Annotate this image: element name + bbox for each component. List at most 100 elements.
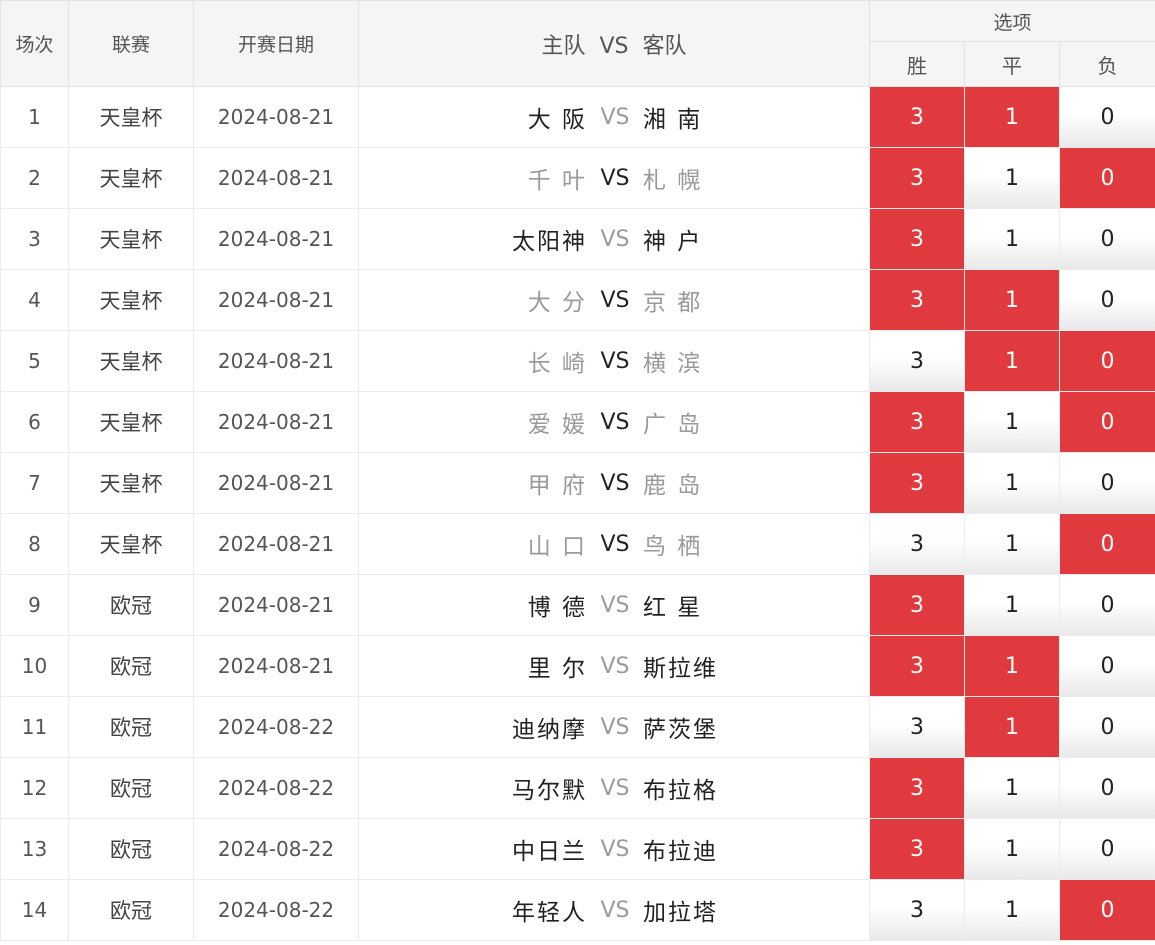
draw-cell[interactable]: 1: [964, 574, 1060, 636]
win-cell[interactable]: 3: [869, 818, 965, 880]
win-option[interactable]: 3: [870, 575, 964, 635]
lose-option[interactable]: 0: [1060, 87, 1155, 147]
win-cell[interactable]: 3: [869, 513, 965, 575]
win-option[interactable]: 3: [870, 880, 964, 940]
lose-cell[interactable]: 0: [1058, 330, 1155, 392]
lose-cell[interactable]: 0: [1058, 696, 1155, 758]
lose-cell[interactable]: 0: [1058, 818, 1155, 880]
draw-cell[interactable]: 1: [964, 330, 1060, 392]
draw-option[interactable]: 1: [965, 148, 1059, 208]
draw-option[interactable]: 1: [965, 636, 1059, 696]
lose-cell[interactable]: 0: [1058, 86, 1155, 148]
win-cell[interactable]: 3: [869, 696, 965, 758]
draw-option[interactable]: 1: [965, 819, 1059, 879]
win-option[interactable]: 3: [870, 148, 964, 208]
match-no: 5: [0, 330, 69, 392]
win-cell[interactable]: 3: [869, 879, 965, 941]
table-row: 12 欧冠 2024-08-22 马尔默 VS 布拉格 3 1 0: [0, 757, 1155, 819]
lose-option[interactable]: 0: [1060, 148, 1155, 208]
win-option[interactable]: 3: [870, 819, 964, 879]
match-date: 2024-08-21: [193, 208, 359, 270]
win-option[interactable]: 3: [870, 392, 964, 452]
table-row: 4 天皇杯 2024-08-21 大 分 VS 京 都 310: [0, 269, 1155, 331]
table-row: 13 欧冠 2024-08-22 中日兰 VS 布拉迪 3 1 0: [0, 818, 1155, 880]
header-options: 选项: [868, 0, 1155, 42]
lose-cell[interactable]: 0: [1058, 513, 1155, 575]
win-option[interactable]: 3: [870, 697, 964, 757]
draw-option[interactable]: 1: [965, 87, 1059, 147]
draw-cell[interactable]: 1: [964, 635, 1060, 697]
win-option[interactable]: 3: [870, 209, 964, 269]
lose-option[interactable]: 0: [1060, 575, 1155, 635]
lose-option[interactable]: 0: [1060, 331, 1155, 391]
draw-option[interactable]: 1: [965, 209, 1059, 269]
win-cell[interactable]: 3: [869, 635, 965, 697]
match-date: 2024-08-22: [193, 818, 359, 880]
lose-option[interactable]: 0: [1060, 209, 1155, 269]
lose-cell[interactable]: 0: [1058, 879, 1155, 941]
draw-cell[interactable]: 1: [964, 391, 1060, 453]
lose-option[interactable]: 0: [1060, 514, 1155, 574]
win-cell[interactable]: 3: [869, 391, 965, 453]
lose-cell[interactable]: 0: [1058, 208, 1155, 270]
win-option[interactable]: 3: [870, 636, 964, 696]
win-cell[interactable]: 3: [869, 452, 965, 514]
win-cell[interactable]: 3: [869, 208, 965, 270]
lose-option[interactable]: 0: [1060, 758, 1155, 818]
lose-option[interactable]: 0: [1060, 880, 1155, 940]
draw-cell[interactable]: 1: [964, 452, 1060, 514]
draw-option[interactable]: 1: [965, 880, 1059, 940]
win-option[interactable]: 3: [870, 270, 964, 330]
lose-option[interactable]: 0: [1060, 697, 1155, 757]
draw-cell[interactable]: 1: [964, 513, 1060, 575]
lose-cell[interactable]: 0: [1058, 391, 1155, 453]
lose-cell[interactable]: 0: [1058, 757, 1155, 819]
draw-cell[interactable]: 1: [964, 818, 1060, 880]
win-cell[interactable]: 3: [869, 757, 965, 819]
draw-cell[interactable]: 1: [964, 147, 1060, 209]
draw-option[interactable]: 1: [965, 331, 1059, 391]
draw-cell[interactable]: 1: [964, 269, 1060, 331]
match-teams: 迪纳摩 VS 萨茨堡: [358, 696, 870, 758]
draw-cell[interactable]: 1: [964, 696, 1060, 758]
header-no: 场次: [0, 0, 69, 87]
lose-cell[interactable]: 0: [1058, 574, 1155, 636]
draw-option[interactable]: 1: [965, 270, 1059, 330]
win-option[interactable]: 3: [870, 331, 964, 391]
draw-option[interactable]: 1: [965, 575, 1059, 635]
lose-cell[interactable]: 0: [1058, 147, 1155, 209]
vs-label: VS: [600, 409, 630, 435]
draw-cell[interactable]: 1: [964, 879, 1060, 941]
win-option[interactable]: 3: [870, 514, 964, 574]
lose-cell[interactable]: 0: [1058, 452, 1155, 514]
draw-cell[interactable]: 1: [964, 208, 1060, 270]
draw-option[interactable]: 1: [965, 453, 1059, 513]
draw-cell[interactable]: 1: [964, 757, 1060, 819]
lose-option[interactable]: 0: [1060, 819, 1155, 879]
lose-cell[interactable]: 0: [1058, 269, 1155, 331]
lose-option[interactable]: 0: [1060, 270, 1155, 330]
win-cell[interactable]: 3: [869, 269, 965, 331]
win-option[interactable]: 3: [870, 758, 964, 818]
match-teams: 博 德 VS 红 星: [358, 574, 870, 636]
win-option[interactable]: 3: [870, 453, 964, 513]
win-cell[interactable]: 3: [869, 86, 965, 148]
lose-option[interactable]: 0: [1060, 453, 1155, 513]
draw-option[interactable]: 1: [965, 392, 1059, 452]
draw-cell[interactable]: 1: [964, 86, 1060, 148]
lose-option[interactable]: 0: [1060, 392, 1155, 452]
lose-cell[interactable]: 0: [1058, 635, 1155, 697]
win-cell[interactable]: 3: [869, 574, 965, 636]
win-cell[interactable]: 3: [869, 147, 965, 209]
away-team: 红 星: [643, 595, 703, 621]
header-league: 联赛: [68, 0, 194, 87]
win-cell[interactable]: 3: [869, 330, 965, 392]
draw-option[interactable]: 1: [965, 697, 1059, 757]
draw-option[interactable]: 1: [965, 514, 1059, 574]
vs-label: VS: [600, 226, 630, 252]
lose-option[interactable]: 0: [1060, 636, 1155, 696]
draw-option[interactable]: 1: [965, 758, 1059, 818]
win-option[interactable]: 3: [870, 87, 964, 147]
match-no: 7: [0, 452, 69, 514]
match-teams: 年轻人 VS 加拉塔: [358, 879, 870, 941]
